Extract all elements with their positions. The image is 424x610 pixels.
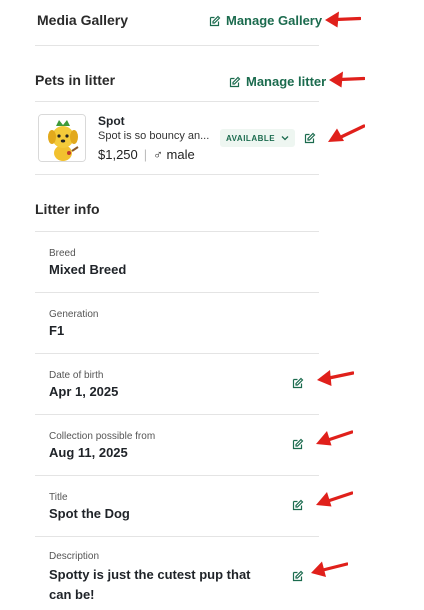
pet-sex-label: male	[166, 147, 195, 162]
divider	[35, 174, 319, 175]
red-arrow-annotation	[310, 559, 348, 579]
collection-date-label: Collection possible from	[49, 431, 156, 442]
status-label: AVAILABLE	[226, 133, 276, 143]
edit-pet-button[interactable]	[304, 132, 316, 144]
manage-litter-label: Manage litter	[246, 74, 327, 89]
manage-litter-link[interactable]: Manage litter	[229, 74, 326, 89]
litter-info-title: Litter info	[35, 201, 100, 217]
pet-sex: ♂ male	[153, 147, 195, 162]
divider	[35, 292, 319, 293]
manage-gallery-label: Manage Gallery	[226, 13, 323, 28]
edit-icon	[229, 76, 241, 88]
red-arrow-annotation	[327, 70, 365, 90]
red-arrow-annotation	[323, 10, 361, 30]
divider	[35, 231, 319, 232]
title-value: Spot the Dog	[49, 506, 130, 521]
pets-in-litter-title: Pets in litter	[35, 72, 116, 88]
collection-date-value: Aug 11, 2025	[49, 445, 128, 460]
red-arrow-annotation	[327, 124, 365, 144]
pet-meta: $1,250 | ♂ male	[98, 147, 195, 162]
divider	[35, 353, 319, 354]
pet-thumbnail[interactable]	[38, 114, 86, 162]
edit-description-button[interactable]	[292, 570, 304, 582]
divider	[35, 414, 319, 415]
edit-collection-date-button[interactable]	[292, 438, 304, 450]
pet-cartoon-image	[39, 115, 85, 161]
red-arrow-annotation	[315, 428, 353, 448]
date-of-birth-label: Date of birth	[49, 370, 104, 381]
description-value-line-1: Spotty is just the cutest pup that	[49, 567, 251, 582]
pet-description: Spot is so bouncy an...	[98, 130, 210, 142]
divider	[35, 475, 319, 476]
edit-title-button[interactable]	[292, 499, 304, 511]
pet-price: $1,250	[98, 147, 138, 162]
divider	[35, 45, 319, 46]
media-gallery-title: Media Gallery	[37, 12, 129, 28]
manage-gallery-link[interactable]: Manage Gallery	[209, 13, 322, 28]
edit-date-of-birth-button[interactable]	[292, 377, 304, 389]
generation-value: F1	[49, 323, 65, 338]
generation-label: Generation	[49, 309, 99, 320]
description-label: Description	[49, 551, 100, 562]
pet-name[interactable]: Spot	[98, 114, 125, 128]
edit-icon	[209, 15, 221, 27]
male-icon: ♂	[153, 147, 163, 162]
separator: |	[143, 147, 148, 162]
red-arrow-annotation	[315, 489, 353, 509]
description-value-line-2: can be!	[49, 587, 95, 602]
litter-details-panel: Media Gallery Manage Gallery Pets in lit…	[0, 0, 424, 610]
chevron-down-icon	[281, 134, 289, 142]
divider	[35, 536, 319, 537]
date-of-birth-value: Apr 1, 2025	[49, 384, 119, 399]
title-label: Title	[49, 492, 68, 503]
breed-label: Breed	[49, 248, 76, 259]
divider	[35, 101, 319, 102]
breed-value: Mixed Breed	[49, 262, 127, 277]
red-arrow-annotation	[316, 368, 354, 388]
status-dropdown[interactable]: AVAILABLE	[220, 129, 296, 147]
